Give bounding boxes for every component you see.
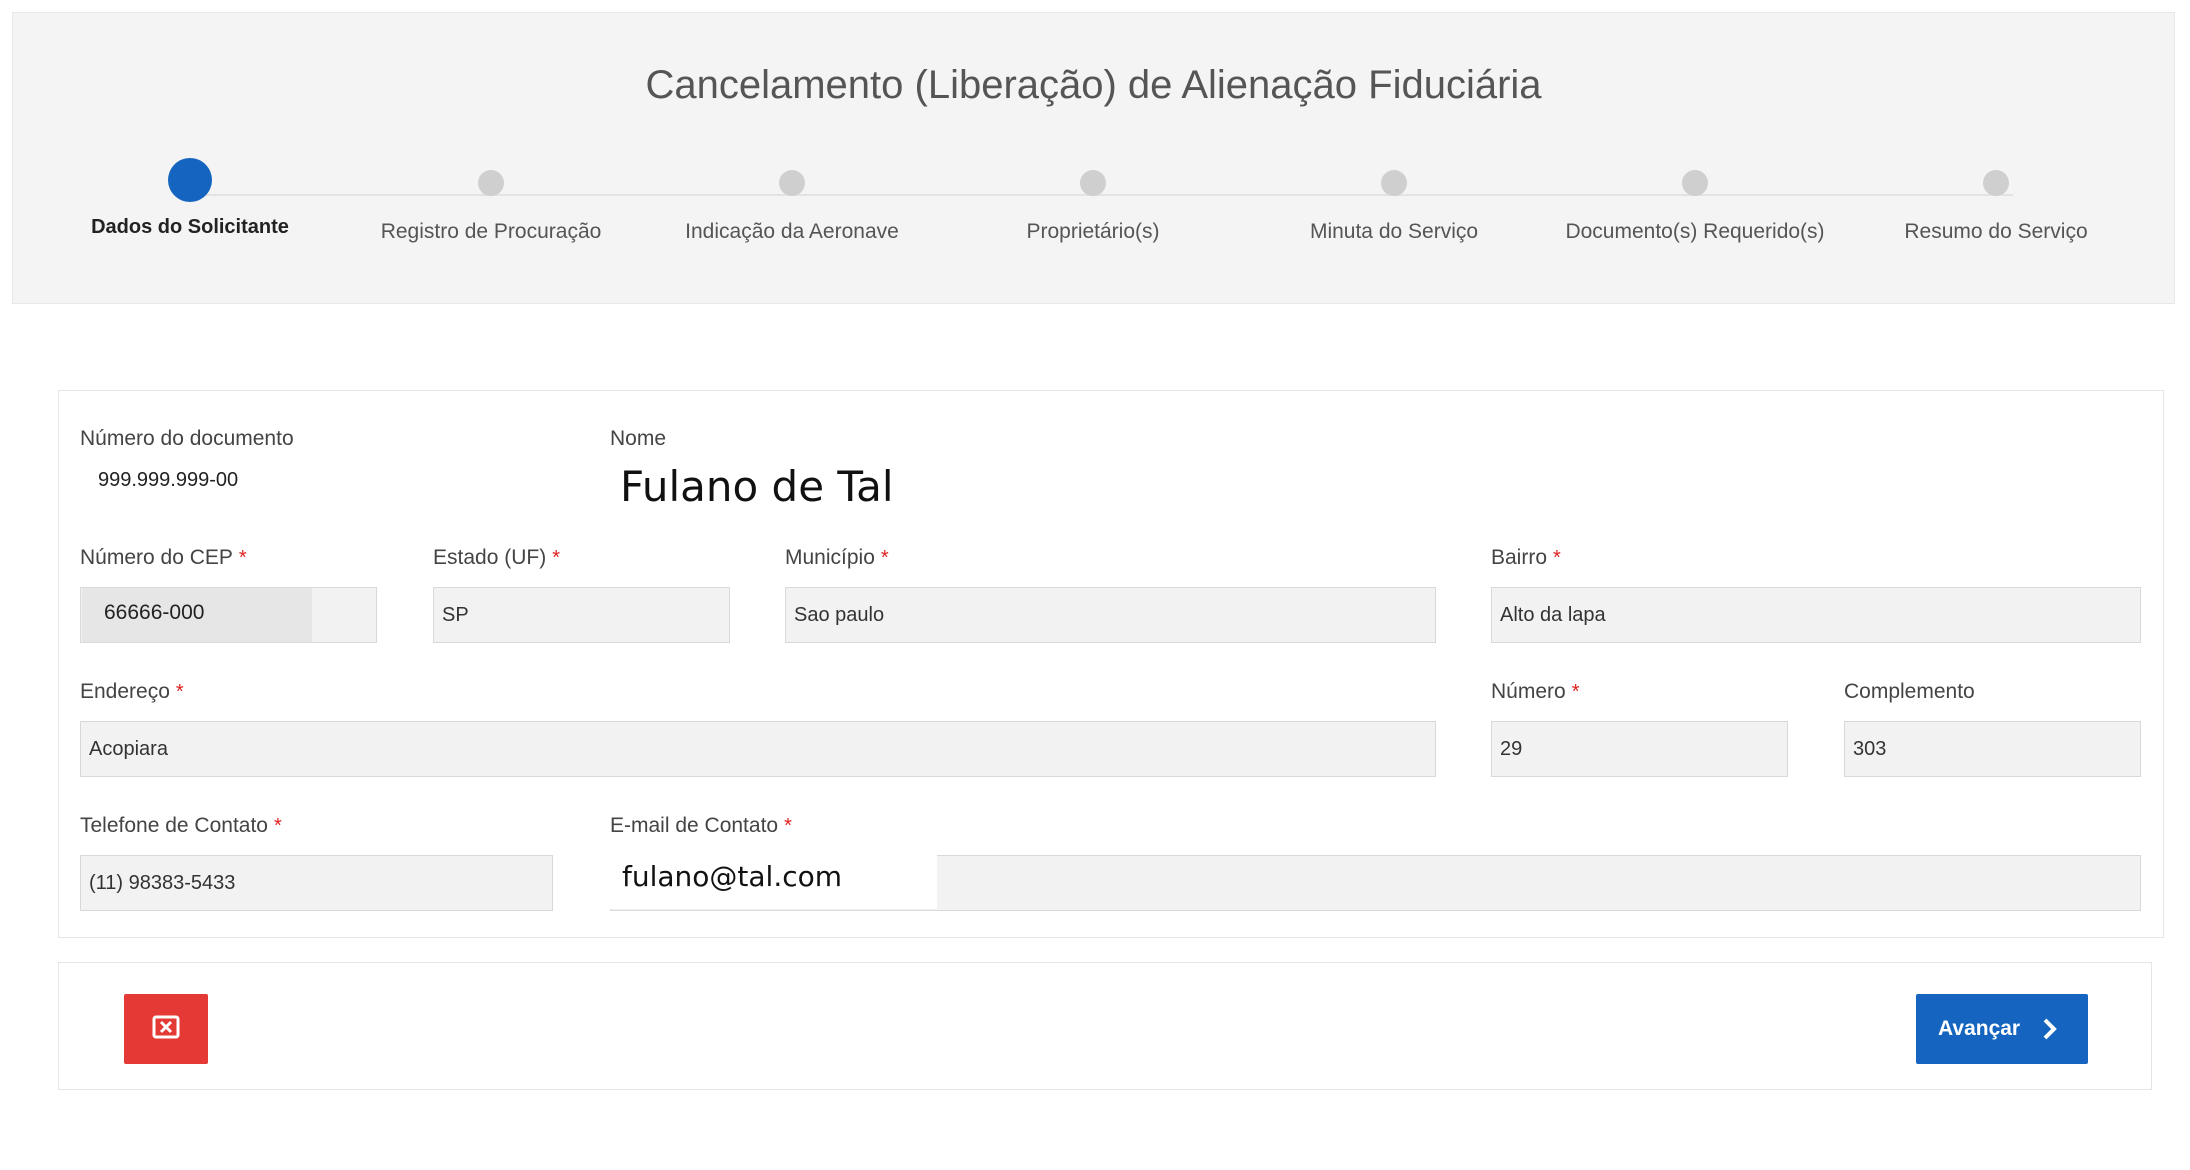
endereco-input[interactable]: Acopiara (80, 721, 1436, 777)
numero-label: Número * (1491, 680, 1580, 703)
step-indicator (1682, 170, 1708, 196)
required-mark: * (880, 547, 889, 569)
step-dados-do-solicitante[interactable]: Dados do Solicitante (30, 158, 350, 239)
next-button-label: Avançar (1938, 1017, 2021, 1040)
step-minuta-do-servico[interactable]: Minuta do Serviço (1234, 158, 1554, 244)
estado-input[interactable]: SP (433, 587, 730, 643)
step-label: Registro de Procuração (380, 220, 602, 243)
page-title: Cancelamento (Liberação) de Alienação Fi… (645, 63, 1542, 107)
close-box-icon (152, 1015, 180, 1039)
step-label: Documento(s) Requerido(s) (1565, 220, 1825, 243)
step-label: Resumo do Serviço (1904, 220, 2088, 243)
required-mark: * (175, 681, 184, 703)
email-label: E-mail de Contato * (610, 814, 792, 837)
required-mark: * (238, 547, 247, 569)
required-mark: * (1553, 547, 1561, 569)
step-label: Minuta do Serviço (1309, 220, 1479, 243)
step-documentos-requeridos[interactable]: Documento(s) Requerido(s) (1535, 158, 1855, 244)
step-indicator (1983, 170, 2009, 196)
municipio-label: Município * (785, 546, 889, 569)
endereco-label: Endereço * (80, 680, 184, 703)
complemento-label: Complemento (1844, 680, 1975, 703)
cancel-button[interactable] (124, 994, 208, 1064)
step-resumo-do-servico[interactable]: Resumo do Serviço (1836, 158, 2156, 244)
complemento-input[interactable]: 303 (1844, 721, 2141, 777)
email-value: fulano@tal.com (610, 853, 937, 909)
cep-value: 66666-000 (104, 601, 205, 624)
numero-input[interactable]: 29 (1491, 721, 1788, 777)
bairro-label: Bairro * (1491, 546, 1561, 569)
nome-value: Fulano de Tal (620, 462, 894, 511)
step-label: Indicação da Aeronave (685, 220, 899, 243)
step-indicator-active (168, 158, 212, 202)
step-indicator (1381, 170, 1407, 196)
step-indicator (1080, 170, 1106, 196)
documento-label: Número do documento (80, 427, 294, 450)
step-indicator (478, 170, 504, 196)
required-mark: * (784, 815, 792, 837)
step-label: Proprietário(s) (1026, 220, 1160, 243)
form-actions-bar (58, 962, 2152, 1090)
step-label: Dados do Solicitante (91, 216, 289, 238)
bairro-input[interactable]: Alto da lapa (1491, 587, 2141, 643)
required-mark: * (552, 547, 560, 569)
telefone-label: Telefone de Contato * (80, 814, 282, 837)
documento-value: 999.999.999-00 (98, 469, 239, 491)
step-indicator (779, 170, 805, 196)
step-registro-de-procuracao[interactable]: Registro de Procuração (331, 158, 651, 244)
required-mark: * (273, 815, 282, 837)
required-mark: * (1571, 681, 1580, 703)
telefone-input[interactable]: (11) 98383-5433 (80, 855, 553, 911)
step-indicacao-da-aeronave[interactable]: Indicação da Aeronave (632, 158, 952, 244)
municipio-input[interactable]: Sao paulo (785, 587, 1436, 643)
nome-label: Nome (610, 427, 667, 450)
estado-label: Estado (UF) * (433, 546, 560, 569)
next-button[interactable]: Avançar (1916, 994, 2088, 1064)
step-proprietarios[interactable]: Proprietário(s) (933, 158, 1253, 244)
cep-label: Número do CEP * (80, 546, 247, 569)
chevron-right-icon (2043, 1018, 2057, 1040)
